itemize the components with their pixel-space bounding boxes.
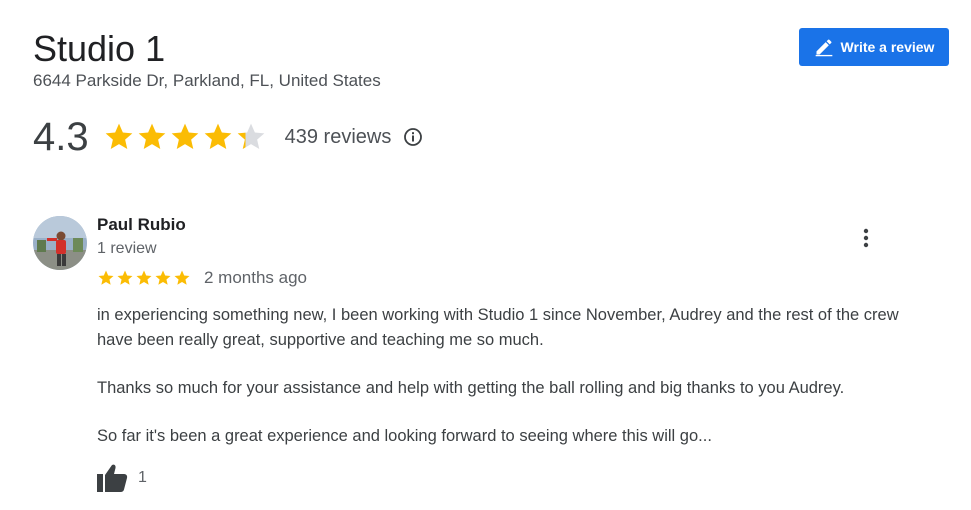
review-paragraph: So far it's been a great experience and … — [97, 427, 712, 445]
rating-summary: 4.3 439 reviews — [33, 112, 423, 162]
star-icon — [98, 270, 114, 285]
place-title: Studio 1 — [33, 28, 166, 69]
place-address: 6644 Parkside Dr, Parkland, FL, United S… — [33, 71, 381, 90]
star-icon — [105, 123, 132, 149]
write-review-label: Write a review — [840, 39, 935, 55]
average-rating-stars — [103, 121, 267, 153]
reviewer-review-count: 1 review — [97, 240, 157, 257]
reviews-count[interactable]: 439 reviews — [285, 126, 392, 149]
review-date: 2 months ago — [204, 268, 308, 287]
more-vert-icon[interactable] — [853, 225, 879, 251]
star-icon — [155, 270, 171, 285]
review-rating: 2 months ago — [97, 268, 307, 288]
review-text: in experiencing something new, I been wo… — [97, 303, 917, 472]
pencil-icon — [814, 37, 834, 57]
average-rating: 4.3 — [33, 115, 89, 159]
review-paragraph: in experiencing something new, I been wo… — [97, 306, 899, 349]
star-icon — [117, 270, 133, 285]
review-stars — [97, 269, 191, 287]
write-review-button[interactable]: Write a review — [799, 28, 949, 66]
star-icon — [138, 123, 165, 149]
avatar[interactable] — [33, 216, 87, 270]
thumbs-up-icon[interactable] — [96, 463, 128, 493]
info-icon[interactable] — [403, 127, 423, 147]
reviewer-name[interactable]: Paul Rubio — [97, 215, 186, 235]
review-paragraph: Thanks so much for your assistance and h… — [97, 379, 845, 397]
star-icon — [237, 123, 264, 149]
star-icon — [136, 270, 152, 285]
like-count: 1 — [138, 469, 147, 486]
star-icon — [204, 123, 231, 149]
star-icon — [174, 270, 190, 285]
review-panel: Studio 1 6644 Parkside Dr, Parkland, FL,… — [0, 0, 971, 510]
like-row: 1 — [96, 463, 147, 493]
star-icon — [171, 123, 198, 149]
